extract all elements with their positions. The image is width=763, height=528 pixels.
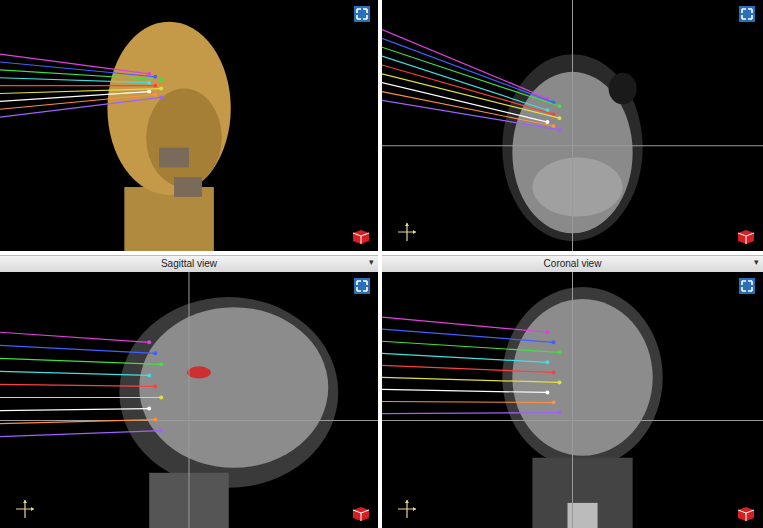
target-dot xyxy=(557,128,561,132)
target-dot xyxy=(147,373,151,377)
trajectory-line[interactable] xyxy=(0,92,149,102)
cube-icon[interactable] xyxy=(352,229,370,245)
view-menu-button[interactable]: ▾ xyxy=(754,257,759,267)
coronal-view[interactable] xyxy=(382,272,763,528)
target-dot xyxy=(159,87,163,91)
coronal-slice xyxy=(502,287,662,528)
target-dot xyxy=(159,95,163,99)
target-dot xyxy=(545,360,549,364)
trajectory-line[interactable] xyxy=(382,353,547,362)
trajectory-line[interactable] xyxy=(382,317,547,332)
view-cell xyxy=(382,0,763,251)
trajectory-line[interactable] xyxy=(0,345,155,353)
target-dot xyxy=(153,75,157,79)
trajectory-line[interactable] xyxy=(382,389,547,392)
trajectory-line[interactable] xyxy=(0,431,161,437)
trajectory-line[interactable] xyxy=(382,402,553,403)
trajectory-line[interactable] xyxy=(0,409,149,411)
crosshair-vertical[interactable] xyxy=(189,272,190,528)
target-dot xyxy=(147,81,151,85)
view-cell: Coronal view ▾ xyxy=(382,255,763,528)
target-dot xyxy=(153,384,157,388)
target-dot xyxy=(557,350,561,354)
target-dot xyxy=(159,362,163,366)
cube-icon[interactable] xyxy=(737,506,755,522)
target-dot xyxy=(557,411,561,415)
trajectory-line[interactable] xyxy=(0,94,155,109)
target-dot xyxy=(147,407,151,411)
target-dot xyxy=(557,380,561,384)
view-header: Coronal view ▾ xyxy=(382,255,763,272)
crosshair-vertical[interactable] xyxy=(572,0,573,251)
image-canvas xyxy=(0,0,378,251)
trajectory-line[interactable] xyxy=(382,329,553,342)
expand-icon[interactable] xyxy=(354,6,370,22)
target-dot xyxy=(153,84,157,88)
cube-icon[interactable] xyxy=(352,506,370,522)
trajectory-line[interactable] xyxy=(0,332,149,342)
trajectory-line[interactable] xyxy=(382,92,553,126)
target-dot xyxy=(551,401,555,405)
trajectory-line[interactable] xyxy=(382,74,559,118)
trajectory-line[interactable] xyxy=(382,100,559,130)
target-dot xyxy=(153,93,157,97)
sagittal-slice xyxy=(119,297,338,528)
view-title: Coronal view xyxy=(544,257,602,271)
target-dot xyxy=(147,72,151,76)
expand-icon[interactable] xyxy=(739,278,755,294)
view-title: Sagittal view xyxy=(161,257,217,271)
image-canvas xyxy=(382,0,763,251)
axial-view[interactable] xyxy=(382,0,763,251)
cube-icon[interactable] xyxy=(737,229,755,245)
target-dot xyxy=(147,90,151,94)
target-dot xyxy=(545,390,549,394)
trajectory-line[interactable] xyxy=(382,38,553,102)
expand-icon[interactable] xyxy=(354,278,370,294)
trajectory-line[interactable] xyxy=(0,384,155,386)
target-dot xyxy=(557,104,561,108)
target-dot xyxy=(153,418,157,422)
trajectory-line[interactable] xyxy=(0,420,155,424)
orientation-axes-icon xyxy=(396,498,418,520)
trajectory-line[interactable] xyxy=(382,365,553,372)
trajectory-line[interactable] xyxy=(0,358,161,364)
target-dot xyxy=(159,395,163,399)
target-dot xyxy=(551,124,555,128)
trajectory-line[interactable] xyxy=(0,397,161,398)
trajectory-line[interactable] xyxy=(382,65,553,114)
target-dot xyxy=(545,330,549,334)
trajectory-line[interactable] xyxy=(382,83,547,122)
expand-icon[interactable] xyxy=(739,6,755,22)
target-dot xyxy=(159,78,163,82)
view-header: Sagittal view ▾ xyxy=(0,255,378,272)
orientation-axes-icon xyxy=(14,498,36,520)
trajectory-line[interactable] xyxy=(0,78,149,83)
target-dot xyxy=(557,116,561,120)
crosshair-vertical[interactable] xyxy=(572,272,573,528)
target-dot xyxy=(147,340,151,344)
target-dot xyxy=(551,112,555,116)
trajectory-line[interactable] xyxy=(382,377,559,382)
target-dot xyxy=(159,429,163,433)
planning-screen: Sagittal view ▾ Coronal view ▾ xyxy=(0,0,763,528)
target-dot xyxy=(551,370,555,374)
target-dot xyxy=(153,351,157,355)
trajectory-line[interactable] xyxy=(382,341,559,352)
trajectory-line[interactable] xyxy=(382,413,559,414)
view-cell xyxy=(0,0,378,251)
head-render xyxy=(107,22,230,251)
trajectory-line[interactable] xyxy=(0,85,155,86)
image-canvas xyxy=(382,272,763,528)
orientation-axes-icon xyxy=(396,221,418,243)
target-dot xyxy=(551,340,555,344)
view-cell: Sagittal view ▾ xyxy=(0,255,378,528)
view-menu-button[interactable]: ▾ xyxy=(369,257,374,267)
image-canvas xyxy=(0,272,378,528)
sagittal-view[interactable] xyxy=(0,272,378,528)
target-dot xyxy=(545,120,549,124)
trajectory-line[interactable] xyxy=(0,97,161,117)
trajectory-line[interactable] xyxy=(0,371,149,375)
render3d-view[interactable] xyxy=(0,0,378,251)
